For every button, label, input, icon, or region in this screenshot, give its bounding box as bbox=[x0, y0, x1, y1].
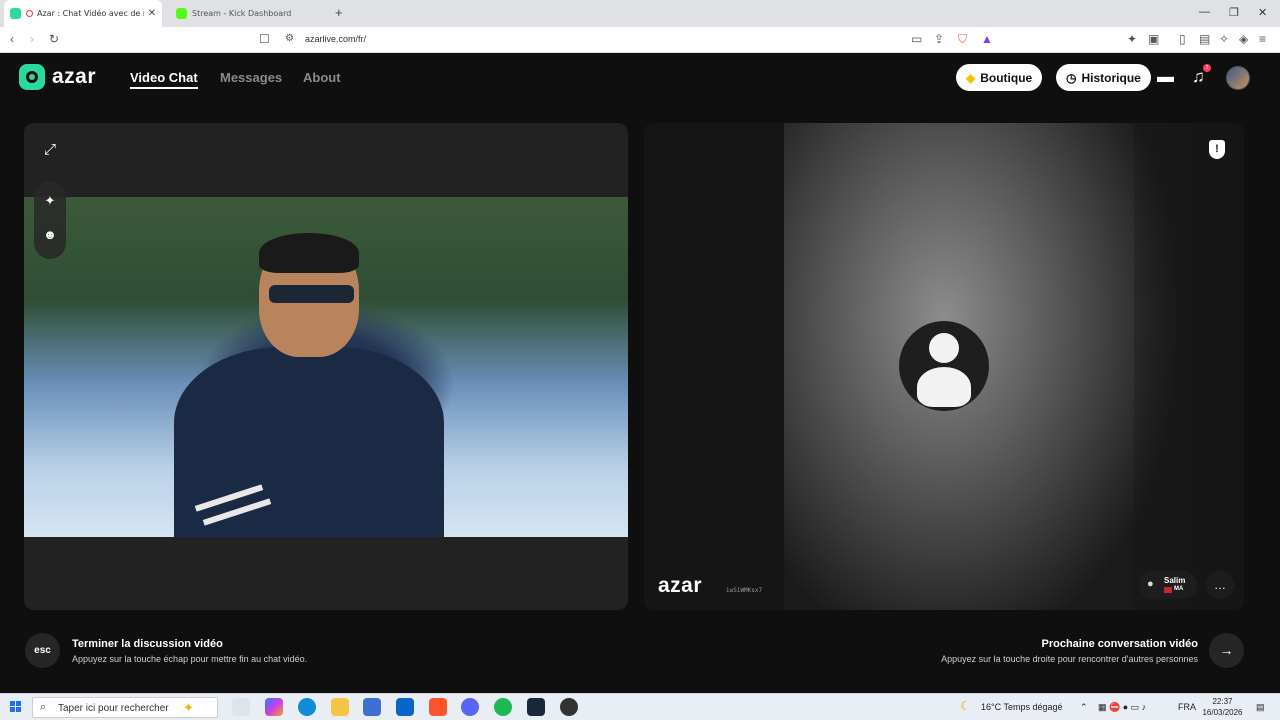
boutique-button[interactable]: ◆ Boutique bbox=[956, 64, 1043, 91]
nav-about[interactable]: About bbox=[303, 70, 341, 85]
file-explorer-icon[interactable] bbox=[331, 698, 349, 716]
obs-icon[interactable] bbox=[560, 698, 578, 716]
tab-kick[interactable]: Stream - Kick Dashboard bbox=[170, 0, 330, 27]
nav-messages[interactable]: Messages bbox=[220, 70, 282, 85]
historique-label: Historique bbox=[1081, 70, 1141, 85]
next-chat-title: Prochaine conversation vidéo bbox=[1041, 638, 1199, 650]
morocco-flag-icon bbox=[1164, 587, 1172, 593]
inbox-icon[interactable]: ▬ bbox=[1157, 67, 1174, 87]
menu-icon[interactable]: ≡ bbox=[1259, 32, 1266, 46]
url-field[interactable]: azarlive.com/fr/ bbox=[305, 34, 366, 44]
edge-icon[interactable] bbox=[298, 698, 316, 716]
expand-icon[interactable]: ⤢ bbox=[34, 133, 66, 165]
recording-icon bbox=[26, 10, 33, 17]
report-icon[interactable]: ! bbox=[1209, 140, 1225, 159]
boutique-label: Boutique bbox=[980, 70, 1033, 85]
tray-chevron-icon[interactable]: ⌃ bbox=[1080, 702, 1088, 713]
clock-icon: ◷ bbox=[1066, 70, 1077, 85]
azar-logo-icon bbox=[19, 64, 45, 90]
end-chat-title: Terminer la discussion vidéo bbox=[72, 638, 223, 650]
gem-icon: ◆ bbox=[966, 70, 976, 85]
weather-text[interactable]: 16°C Temps dégagé bbox=[981, 702, 1063, 712]
person-image bbox=[174, 233, 444, 537]
tab-azar[interactable]: Azar : Chat Vidéo avec de no ✕ bbox=[4, 0, 162, 27]
copilot-icon[interactable] bbox=[265, 698, 283, 716]
notification-badge: 3 bbox=[1203, 64, 1211, 72]
user-icon: ● bbox=[1147, 578, 1154, 590]
steam-icon[interactable] bbox=[527, 698, 545, 716]
azar-logo[interactable]: azar bbox=[19, 64, 96, 90]
tray-icons[interactable]: ▦ ⛔ ● ▭ ♪ bbox=[1098, 702, 1146, 713]
azar-favicon-icon bbox=[10, 8, 21, 19]
search-icon: ⌕ bbox=[40, 701, 47, 713]
close-window-icon[interactable]: ✕ bbox=[1258, 6, 1267, 19]
tab-title: Azar : Chat Vidéo avec de no bbox=[37, 9, 144, 18]
brave-rewards-icon[interactable]: ▲ bbox=[981, 32, 993, 46]
leo-ai-icon[interactable]: ✧ bbox=[1219, 32, 1229, 46]
cast-icon[interactable]: ▭ bbox=[911, 32, 922, 46]
azar-watermark: azar bbox=[658, 574, 703, 597]
next-chat-hint: Appuyez sur la touche droite pour rencon… bbox=[941, 654, 1198, 664]
forward-icon[interactable]: › bbox=[30, 32, 34, 46]
face-filter-icon[interactable]: ☻ bbox=[34, 227, 66, 242]
wallet-icon[interactable]: ▤ bbox=[1199, 32, 1210, 46]
remote-video-panel: ! azar iwSiWMKsx7 ● Salim MA … bbox=[644, 123, 1244, 610]
watermark-id: iwSiWMKsx7 bbox=[726, 587, 763, 594]
store-icon[interactable] bbox=[363, 698, 381, 716]
kick-favicon-icon bbox=[176, 8, 187, 19]
site-settings-icon[interactable]: ⚙ bbox=[285, 32, 294, 46]
new-tab-icon[interactable]: + bbox=[335, 5, 343, 20]
self-video-panel: ⤢ ✦ ☻ bbox=[24, 123, 628, 610]
chat-bubble-icon[interactable]: … bbox=[1206, 571, 1234, 599]
nav-video-chat[interactable]: Video Chat bbox=[130, 70, 198, 85]
windows-taskbar: ⌕ Taper ici pour rechercher ✦ ☾ 16°C Tem… bbox=[0, 693, 1280, 720]
notifications-icon[interactable]: ▤ bbox=[1256, 702, 1265, 713]
extensions-icon[interactable]: ✦ bbox=[1127, 32, 1137, 46]
next-arrow-button[interactable]: → bbox=[1209, 633, 1244, 668]
sidebar-icon[interactable]: ▯ bbox=[1179, 32, 1186, 46]
brave-icon[interactable] bbox=[429, 698, 447, 716]
azar-app: azar Video Chat Messages About ◆ Boutiqu… bbox=[0, 53, 1280, 690]
language-indicator[interactable]: FRA bbox=[1178, 702, 1196, 712]
browser-tab-strip: Azar : Chat Vidéo avec de no ✕ Stream - … bbox=[0, 0, 1280, 27]
default-avatar-icon bbox=[899, 321, 989, 411]
historique-button[interactable]: ◷ Historique bbox=[1056, 64, 1151, 91]
share-icon[interactable]: ⇪ bbox=[934, 32, 944, 46]
task-view-icon[interactable] bbox=[232, 698, 250, 716]
windows-start-icon[interactable] bbox=[10, 701, 22, 713]
close-tab-icon[interactable]: ✕ bbox=[148, 8, 156, 19]
taskbar-search-input[interactable]: ⌕ Taper ici pour rechercher ✦ bbox=[32, 697, 218, 718]
brave-shield-icon[interactable]: ⛉ bbox=[958, 32, 967, 46]
magic-wand-icon[interactable]: ✦ bbox=[34, 193, 66, 209]
clock[interactable]: 22:37 16/03/2026 bbox=[1195, 696, 1250, 718]
esc-button[interactable]: esc bbox=[25, 633, 60, 668]
nav-active-underline bbox=[130, 87, 198, 89]
bookmark-icon[interactable]: ☐ bbox=[259, 32, 270, 46]
peer-name: Salim bbox=[1164, 576, 1186, 585]
vpn-icon[interactable]: ◈ bbox=[1239, 32, 1248, 46]
avatar[interactable] bbox=[1226, 66, 1250, 90]
clock-date: 16/03/2026 bbox=[1202, 708, 1243, 717]
end-chat-hint: Appuyez sur la touche échap pour mettre … bbox=[72, 654, 308, 664]
restore-icon[interactable]: ❐ bbox=[1229, 6, 1239, 19]
clock-time: 22:37 bbox=[1212, 697, 1233, 706]
tab-search-icon[interactable]: ▣ bbox=[1148, 32, 1159, 46]
video-tools-toolbar: ✦ ☻ bbox=[34, 181, 66, 259]
browser-toolbar: ‹ › ↻ ☐ ⚙ azarlive.com/fr/ ▭ ⇪ ⛉ ▲ ✦ ▣ ▯… bbox=[0, 27, 1280, 53]
mail-icon[interactable] bbox=[396, 698, 414, 716]
reload-icon[interactable]: ↻ bbox=[49, 32, 59, 46]
moon-weather-icon: ☾ bbox=[960, 699, 971, 713]
search-placeholder: Taper ici pour rechercher bbox=[58, 703, 169, 714]
copilot-sparkle-icon: ✦ bbox=[183, 700, 194, 715]
tab-title: Stream - Kick Dashboard bbox=[192, 9, 292, 18]
minimize-icon[interactable]: — bbox=[1199, 6, 1210, 18]
self-camera-feed bbox=[24, 197, 628, 537]
spotify-icon[interactable] bbox=[494, 698, 512, 716]
logo-text: azar bbox=[52, 65, 97, 88]
back-icon[interactable]: ‹ bbox=[10, 32, 14, 46]
peer-country: MA bbox=[1174, 586, 1184, 592]
peer-info-chip[interactable]: ● Salim MA bbox=[1139, 571, 1197, 599]
discord-icon[interactable] bbox=[461, 698, 479, 716]
